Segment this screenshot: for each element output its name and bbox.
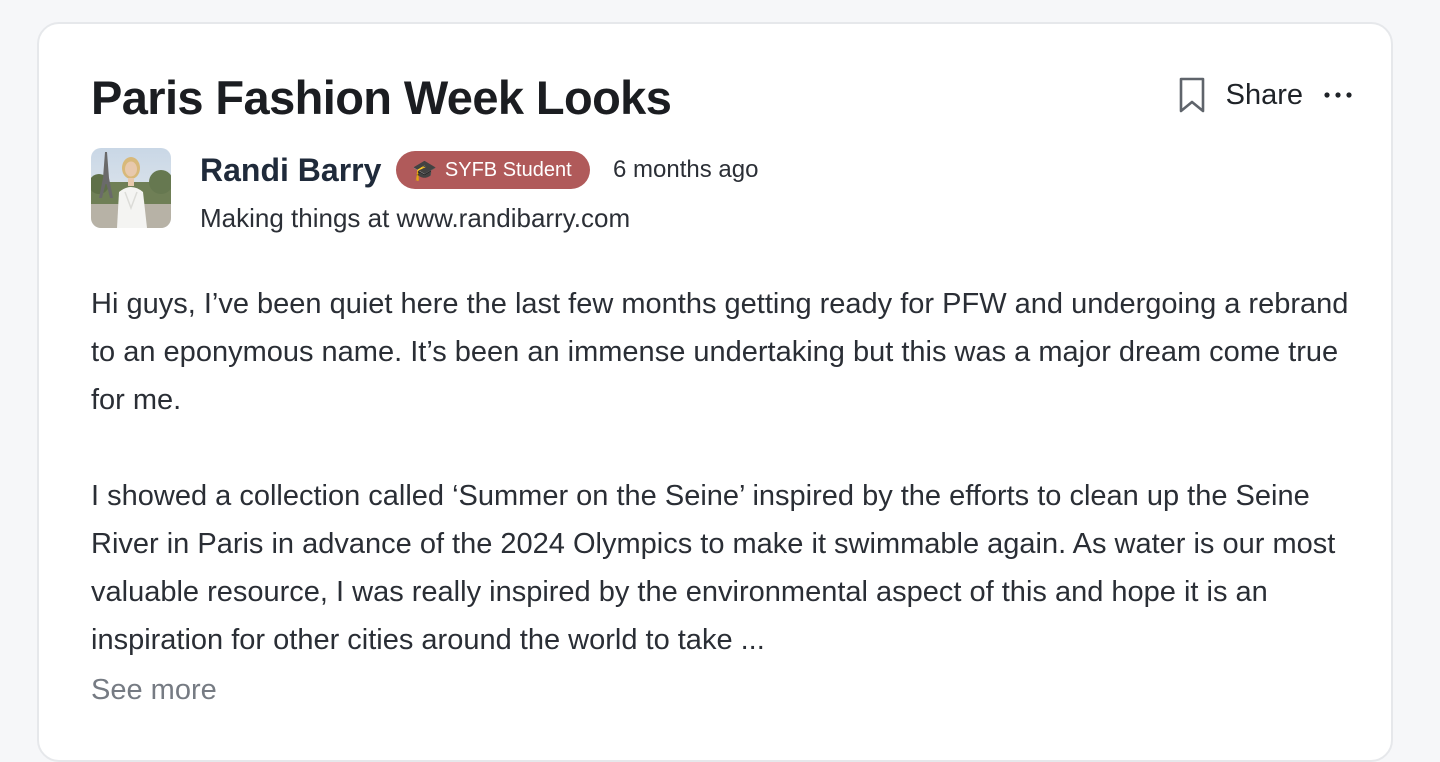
post-paragraph: I showed a collection called ‘Summer on … xyxy=(91,480,1336,656)
status-badge: 🎓 SYFB Student xyxy=(396,151,590,189)
post-paragraph: Hi guys, I’ve been quiet here the last f… xyxy=(91,288,1349,416)
see-more-link[interactable]: See more xyxy=(91,666,217,714)
author-bio: Making things at www.randibarry.com xyxy=(200,203,631,233)
author-row: Randi Barry 🎓 SYFB Student 6 months ago … xyxy=(91,148,1191,238)
post-card: Paris Fashion Week Looks Share Randi Bar… xyxy=(37,22,1393,762)
share-button[interactable]: Share xyxy=(1226,74,1303,116)
more-horizontal-icon xyxy=(1324,92,1352,98)
author-name[interactable]: Randi Barry xyxy=(200,148,381,192)
badge-label: SYFB Student xyxy=(444,158,572,181)
post-body: Hi guys, I’ve been quiet here the last f… xyxy=(91,280,1353,664)
post-actions: Share xyxy=(1174,74,1355,116)
bookmark-button[interactable] xyxy=(1174,74,1210,116)
more-options-button[interactable] xyxy=(1321,74,1355,116)
bookmark-icon xyxy=(1179,77,1204,113)
post-title: Paris Fashion Week Looks xyxy=(91,71,672,124)
graduation-cap-icon: 🎓 xyxy=(412,159,437,182)
post-timestamp: 6 months ago xyxy=(613,156,759,183)
avatar[interactable] xyxy=(91,148,171,228)
